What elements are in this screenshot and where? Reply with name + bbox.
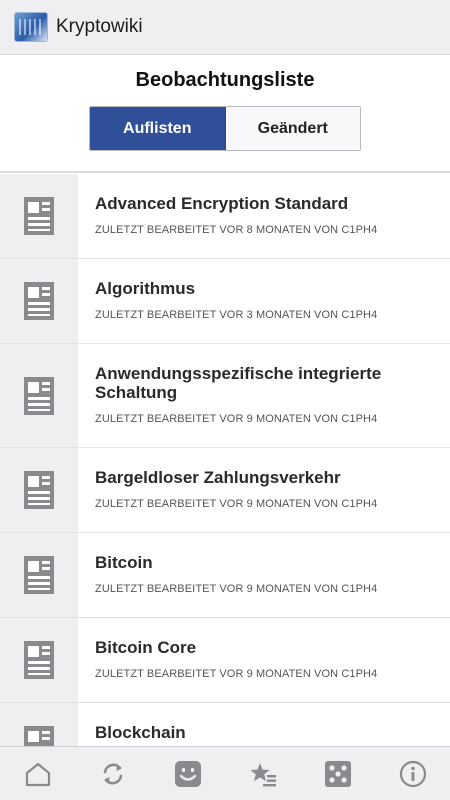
refresh-icon (103, 763, 122, 784)
list-item[interactable]: Algorithmus ZULETZT BEARBEITET VOR 3 MON… (0, 259, 450, 344)
article-icon (24, 282, 54, 320)
app-logo-icon[interactable] (14, 12, 48, 42)
article-icon (24, 197, 54, 235)
view-toggle: Auflisten Geändert (89, 106, 361, 151)
list-item[interactable]: Bitcoin ZULETZT BEARBEITET VOR 9 MONATEN… (0, 533, 450, 618)
app-title: Kryptowiki (56, 16, 143, 37)
item-title: Bitcoin (95, 553, 153, 572)
nav-home[interactable] (13, 754, 63, 794)
article-icon-cell (0, 448, 78, 532)
article-icon-cell (0, 344, 78, 447)
nav-watchlist[interactable] (238, 754, 288, 794)
list-item[interactable]: Bargeldloser Zahlungsverkehr ZULETZT BEA… (0, 448, 450, 533)
item-title: Bitcoin Core (95, 638, 197, 657)
tab-geaendert[interactable]: Geändert (225, 107, 360, 150)
item-meta: ZULETZT BEARBEITET VOR 9 MONATEN VON C1P… (95, 498, 378, 510)
item-title: Blockchain (95, 723, 186, 742)
watchlist-header: Beobachtungsliste Auflisten Geändert (0, 55, 450, 173)
article-icon (24, 376, 54, 415)
app-bar: Kryptowiki (0, 0, 450, 55)
smiley-icon (174, 760, 201, 787)
item-title: Advanced Encryption Standard (95, 194, 349, 213)
watchlist: Advanced Encryption Standard ZULETZT BEA… (0, 174, 450, 746)
article-icon (24, 726, 54, 746)
nav-refresh[interactable] (88, 754, 138, 794)
article-icon-cell (0, 618, 78, 702)
nav-random[interactable] (313, 754, 363, 794)
dice-icon (324, 760, 351, 787)
bottom-nav (0, 746, 450, 800)
article-icon (24, 556, 54, 594)
nav-random-smiley[interactable] (163, 754, 213, 794)
item-meta: ZULETZT BEARBEITET VOR 9 MONATEN VON C1P… (95, 413, 378, 425)
list-item[interactable]: Bitcoin Core ZULETZT BEARBEITET VOR 9 MO… (0, 618, 450, 703)
article-icon-cell (0, 174, 78, 258)
star-list-icon (249, 762, 276, 786)
item-title: Algorithmus (95, 279, 196, 298)
item-title: Bargeldloser Zahlungsverkehr (95, 468, 341, 487)
item-title: Anwendungsspezifische integrierte Schalt… (95, 364, 382, 402)
page-title: Beobachtungsliste (135, 69, 315, 91)
article-icon (24, 471, 54, 509)
list-item[interactable]: Blockchain (0, 703, 450, 746)
list-item[interactable]: Anwendungsspezifische integrierte Schalt… (0, 344, 450, 448)
article-icon-cell (0, 259, 78, 343)
item-meta: ZULETZT BEARBEITET VOR 9 MONATEN VON C1P… (95, 668, 378, 680)
item-meta: ZULETZT BEARBEITET VOR 8 MONATEN VON C1P… (95, 224, 378, 236)
home-icon (25, 762, 50, 786)
article-icon-cell (0, 703, 78, 746)
list-item[interactable]: Advanced Encryption Standard ZULETZT BEA… (0, 174, 450, 259)
info-icon (399, 760, 426, 787)
article-icon (24, 641, 54, 679)
article-icon-cell (0, 533, 78, 617)
tab-auflisten[interactable]: Auflisten (90, 107, 226, 150)
nav-info[interactable] (388, 754, 438, 794)
item-meta: ZULETZT BEARBEITET VOR 9 MONATEN VON C1P… (95, 583, 378, 595)
item-meta: ZULETZT BEARBEITET VOR 3 MONATEN VON C1P… (95, 309, 378, 321)
